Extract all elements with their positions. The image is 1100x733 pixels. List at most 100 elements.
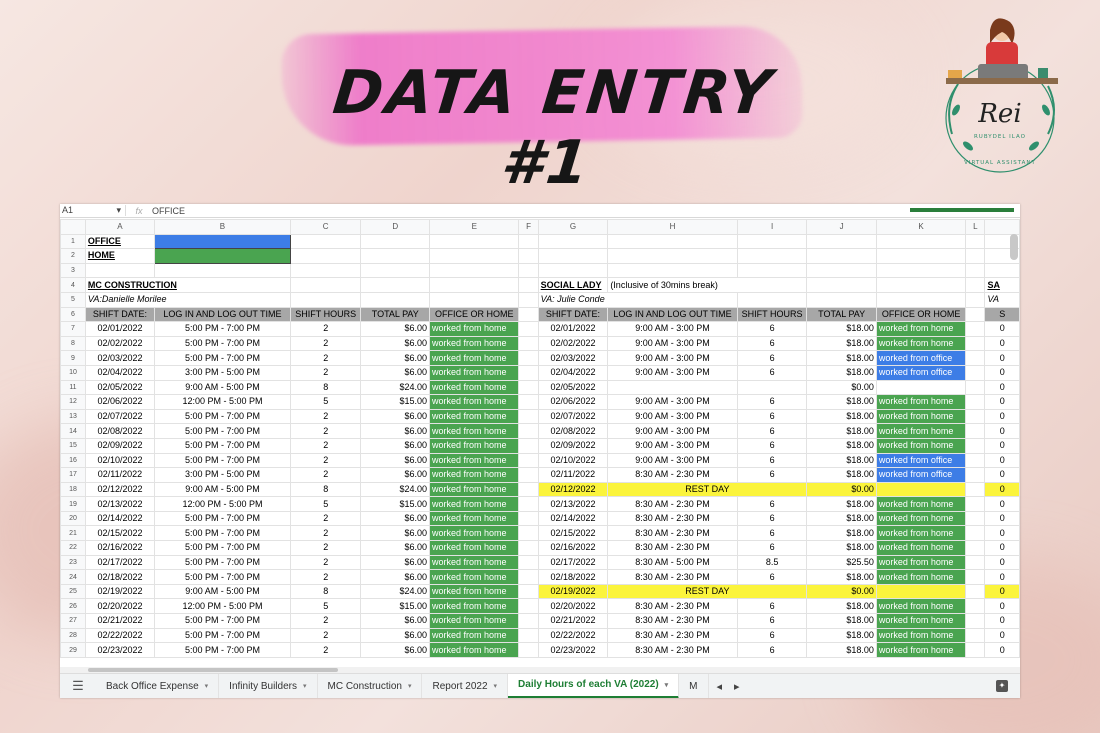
row-number[interactable]: 16 <box>60 452 86 469</box>
cell[interactable] <box>607 233 738 250</box>
sl-table-header[interactable]: SHIFT DATE: <box>537 306 609 323</box>
mc-office-or-home[interactable]: worked from home <box>429 627 520 644</box>
vertical-scrollbar[interactable] <box>1010 234 1018 260</box>
mc-log-time[interactable]: 3:00 PM - 5:00 PM <box>154 364 291 381</box>
cell[interactable] <box>518 598 539 615</box>
column-header-c[interactable]: C <box>289 219 362 235</box>
mc-office-or-home[interactable]: worked from home <box>429 554 520 571</box>
sl-shift-hours[interactable]: 6 <box>736 569 808 585</box>
chevron-down-icon[interactable]: ▾ <box>494 682 498 690</box>
sl-office-or-home[interactable]: worked from home <box>875 569 967 585</box>
chevron-down-icon[interactable]: ▾ <box>408 682 412 690</box>
mc-log-time[interactable]: 12:00 PM - 5:00 PM <box>154 394 291 410</box>
sl-office-or-home[interactable]: worked from office <box>875 467 967 483</box>
partial-cell[interactable]: 0 <box>984 335 1020 352</box>
cell[interactable] <box>518 262 539 279</box>
mc-office-or-home[interactable]: worked from home <box>429 569 520 585</box>
row-number[interactable]: 28 <box>60 627 86 644</box>
mc-shift-hours[interactable]: 2 <box>289 423 362 439</box>
legend-home-swatch[interactable] <box>154 248 291 264</box>
sl-shift-date[interactable]: 02/12/2022 <box>537 481 609 498</box>
mc-office-or-home[interactable]: worked from home <box>429 394 520 410</box>
mc-office-or-home[interactable]: worked from home <box>429 467 520 483</box>
mc-shift-date[interactable]: 02/14/2022 <box>84 510 156 527</box>
cell[interactable] <box>154 262 291 279</box>
cell[interactable] <box>360 262 431 279</box>
sl-office-or-home[interactable]: worked from home <box>875 540 967 556</box>
cell[interactable] <box>518 452 539 469</box>
sl-shift-date[interactable]: 02/04/2022 <box>537 364 609 381</box>
sl-shift-hours[interactable]: 6 <box>736 321 808 337</box>
legend-office-label[interactable]: OFFICE <box>84 233 156 250</box>
cell[interactable] <box>518 510 539 527</box>
mc-shift-date[interactable]: 02/22/2022 <box>84 627 156 644</box>
sl-office-or-home[interactable]: worked from home <box>875 394 967 410</box>
mc-total-pay[interactable]: $6.00 <box>360 613 431 629</box>
mc-log-time[interactable]: 5:00 PM - 7:00 PM <box>154 569 291 585</box>
partial-cell[interactable]: 0 <box>984 437 1020 454</box>
sl-shift-hours[interactable]: 6 <box>736 496 808 512</box>
sl-log-time[interactable]: 8:30 AM - 2:30 PM <box>607 510 738 527</box>
sl-shift-date[interactable]: 02/13/2022 <box>537 496 609 512</box>
column-header-b[interactable]: B <box>154 219 291 235</box>
mc-shift-date[interactable]: 02/21/2022 <box>84 613 156 629</box>
mc-shift-hours[interactable]: 5 <box>289 598 362 615</box>
cell[interactable] <box>965 467 986 483</box>
row-number[interactable]: 17 <box>60 467 86 483</box>
cell[interactable] <box>965 233 986 250</box>
sl-office-or-home[interactable] <box>875 379 967 396</box>
sl-total-pay[interactable]: $18.00 <box>806 452 877 469</box>
sl-shift-date[interactable]: 02/14/2022 <box>537 510 609 527</box>
cell[interactable] <box>518 569 539 585</box>
sl-office-or-home[interactable] <box>875 481 967 498</box>
cell[interactable] <box>965 437 986 454</box>
cell[interactable] <box>736 291 808 308</box>
mc-table-header[interactable]: TOTAL PAY <box>360 306 431 323</box>
partial-header[interactable]: S <box>984 306 1020 323</box>
cell[interactable] <box>518 277 539 293</box>
cell[interactable] <box>965 569 986 585</box>
cell[interactable] <box>289 291 362 308</box>
row-number[interactable]: 6 <box>60 306 86 323</box>
sl-shift-date[interactable]: 02/21/2022 <box>537 613 609 629</box>
cell[interactable] <box>537 248 609 264</box>
cell[interactable] <box>875 291 967 308</box>
mc-office-or-home[interactable]: worked from home <box>429 642 520 658</box>
sl-log-time[interactable]: 9:00 AM - 3:00 PM <box>607 350 738 366</box>
partial-cell[interactable]: 0 <box>984 642 1020 658</box>
mc-shift-date[interactable]: 02/02/2022 <box>84 335 156 352</box>
sl-total-pay[interactable]: $18.00 <box>806 598 877 615</box>
mc-shift-date[interactable]: 02/18/2022 <box>84 569 156 585</box>
sl-shift-hours[interactable]: 6 <box>736 364 808 381</box>
sl-total-pay[interactable]: $18.00 <box>806 394 877 410</box>
sl-shift-hours[interactable]: 6 <box>736 627 808 644</box>
cell[interactable] <box>537 233 609 250</box>
partial-cell[interactable]: 0 <box>984 598 1020 615</box>
mc-shift-date[interactable]: 02/10/2022 <box>84 452 156 469</box>
mc-shift-date[interactable]: 02/16/2022 <box>84 540 156 556</box>
cell[interactable] <box>518 540 539 556</box>
row-number[interactable]: 26 <box>60 598 86 615</box>
sl-log-time[interactable]: 8:30 AM - 2:30 PM <box>607 569 738 585</box>
mc-log-time[interactable]: 9:00 AM - 5:00 PM <box>154 379 291 396</box>
scroll-thumb[interactable] <box>88 668 338 672</box>
cell[interactable] <box>518 394 539 410</box>
mc-log-time[interactable]: 5:00 PM - 7:00 PM <box>154 627 291 644</box>
mc-total-pay[interactable]: $6.00 <box>360 540 431 556</box>
partial-cell[interactable]: 0 <box>984 554 1020 571</box>
cell[interactable] <box>875 248 967 264</box>
row-number[interactable]: 3 <box>60 262 86 279</box>
mc-total-pay[interactable]: $6.00 <box>360 525 431 542</box>
mc-shift-date[interactable]: 02/06/2022 <box>84 394 156 410</box>
mc-log-time[interactable]: 5:00 PM - 7:00 PM <box>154 423 291 439</box>
sl-total-pay[interactable]: $18.00 <box>806 627 877 644</box>
partial-cell[interactable]: 0 <box>984 627 1020 644</box>
mc-shift-hours[interactable]: 2 <box>289 627 362 644</box>
cell[interactable] <box>429 277 520 293</box>
cell[interactable] <box>965 262 986 279</box>
mc-shift-date[interactable]: 02/08/2022 <box>84 423 156 439</box>
cell[interactable] <box>518 525 539 542</box>
cell[interactable] <box>518 583 539 600</box>
sl-office-or-home[interactable] <box>875 583 967 600</box>
mc-total-pay[interactable]: $24.00 <box>360 379 431 396</box>
